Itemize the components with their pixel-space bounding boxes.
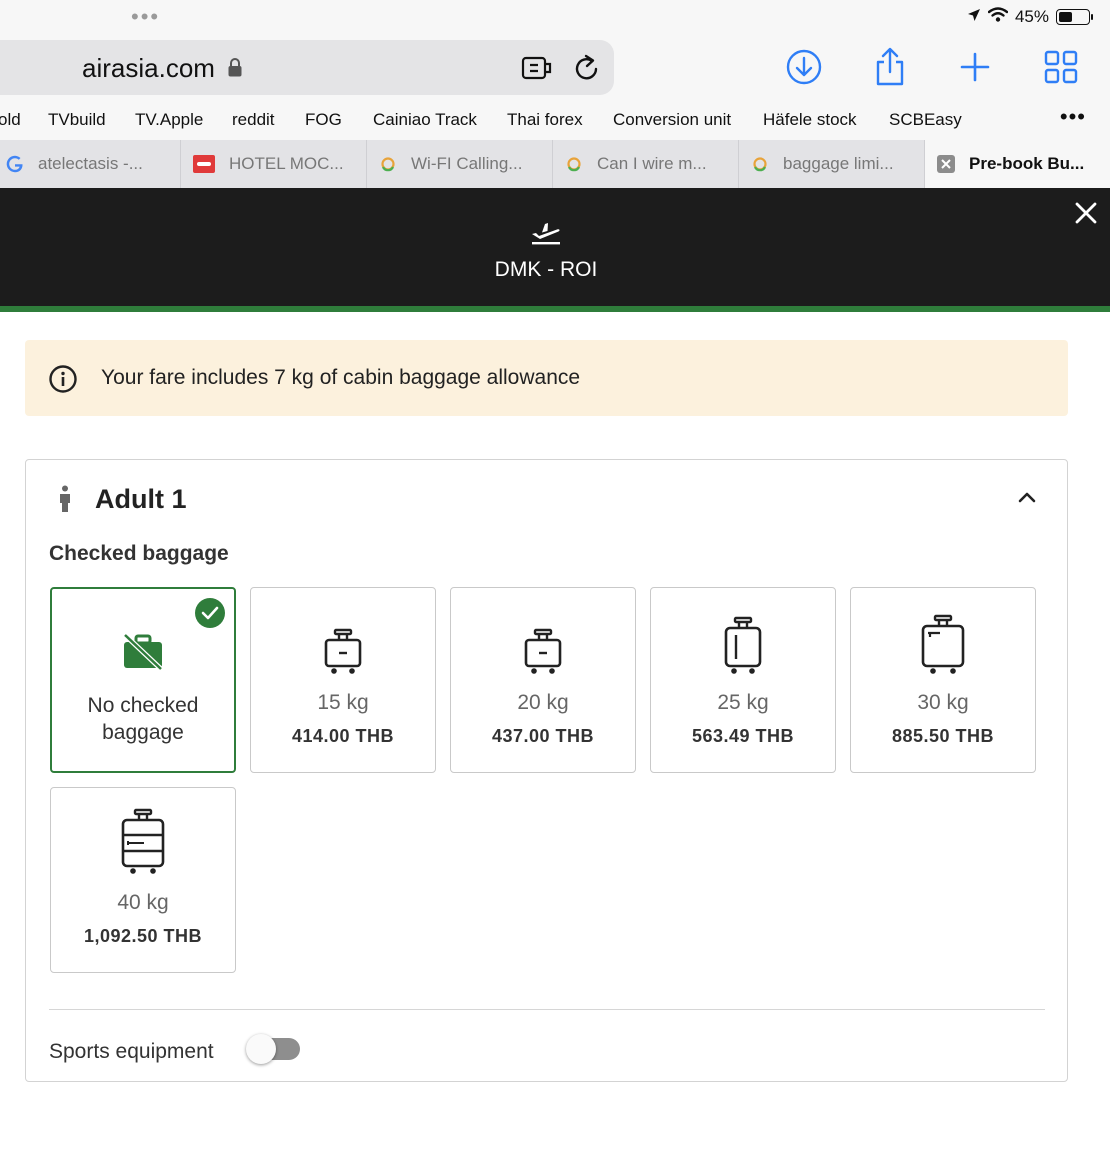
baggage-weight: 40 kg xyxy=(117,891,169,914)
baggage-weight: 30 kg xyxy=(917,691,969,714)
new-tab-icon[interactable] xyxy=(954,46,996,88)
header-accent-bar xyxy=(0,306,1110,312)
bookmark-item[interactable]: old xyxy=(0,110,21,130)
cabin-baggage-info-banner: Your fare includes 7 kg of cabin baggage… xyxy=(25,340,1068,416)
baggage-option-15kg[interactable]: 15 kg 414.00 THB xyxy=(250,587,436,773)
hotel-icon xyxy=(193,155,215,173)
bookmark-item[interactable]: TVbuild xyxy=(48,110,106,130)
browser-tab-active[interactable]: Pre-book Bu... xyxy=(925,140,1110,188)
suitcase-large-icon xyxy=(851,614,1035,676)
browser-tab[interactable]: baggage limi... xyxy=(739,140,925,188)
bookmark-item[interactable]: Häfele stock xyxy=(763,110,857,130)
suitcase-xlarge-icon xyxy=(51,808,235,876)
site-icon xyxy=(565,155,583,173)
tab-label: Can I wire m... xyxy=(597,154,707,173)
baggage-option-20kg[interactable]: 20 kg 437.00 THB xyxy=(450,587,636,773)
bookmark-item[interactable]: SCBEasy xyxy=(889,110,962,130)
url-text[interactable]: airasia.com xyxy=(82,53,215,84)
address-bar[interactable]: airasia.com xyxy=(0,40,614,95)
reader-extension-icon[interactable] xyxy=(521,54,555,87)
battery-percent: 45% xyxy=(1014,7,1049,26)
bookmark-item[interactable]: Cainiao Track xyxy=(373,110,477,130)
tab-label: baggage limi... xyxy=(783,154,894,173)
baggage-option-none[interactable]: No checked baggage xyxy=(50,587,236,773)
location-icon xyxy=(967,7,981,27)
bookmark-item[interactable]: Conversion unit xyxy=(613,110,731,130)
browser-tab[interactable]: Can I wire m... xyxy=(553,140,739,188)
section-title: Checked baggage xyxy=(49,542,229,565)
battery-fill xyxy=(1059,12,1072,22)
baggage-weight: 20 kg xyxy=(517,691,569,714)
passenger-baggage-card: Adult 1 Checked baggage No checked bagga… xyxy=(25,459,1068,1082)
tab-bar: atelectasis -... HOTEL MOC... Wi-FI Call… xyxy=(0,140,1110,188)
close-tab-icon[interactable] xyxy=(937,155,955,173)
info-icon xyxy=(48,364,78,399)
downloads-icon[interactable] xyxy=(783,46,825,88)
no-baggage-label: No checked baggage xyxy=(87,694,199,745)
flight-header: DMK - ROI xyxy=(0,188,1110,306)
baggage-option-25kg[interactable]: 25 kg 563.49 THB xyxy=(650,587,836,773)
suitcase-small-icon xyxy=(251,628,435,676)
baggage-weight: 15 kg xyxy=(317,691,369,714)
chevron-up-icon[interactable] xyxy=(1017,490,1037,509)
sports-equipment-label: Sports equipment xyxy=(49,1040,214,1063)
more-bookmarks-icon[interactable]: ••• xyxy=(1060,104,1086,130)
share-icon[interactable] xyxy=(869,46,911,88)
no-baggage-icon xyxy=(52,633,234,671)
baggage-price: 1,092.50 THB xyxy=(83,926,203,946)
wifi-icon xyxy=(987,7,1009,27)
bookmark-item[interactable]: Thai forex xyxy=(507,110,583,130)
baggage-option-30kg[interactable]: 30 kg 885.50 THB xyxy=(850,587,1036,773)
site-icon xyxy=(379,155,397,173)
status-indicators: 45% xyxy=(967,7,1093,27)
close-icon[interactable] xyxy=(1073,200,1099,226)
toggle-knob[interactable] xyxy=(246,1034,276,1064)
baggage-price: 414.00 THB xyxy=(291,726,395,746)
multitasking-dots[interactable]: ••• xyxy=(131,4,160,30)
battery-icon xyxy=(1056,9,1093,25)
lock-icon xyxy=(228,58,242,82)
passenger-title: Adult 1 xyxy=(95,484,187,514)
tab-label: atelectasis -... xyxy=(38,154,143,173)
baggage-option-40kg[interactable]: 40 kg 1,092.50 THB xyxy=(50,787,236,973)
sports-equipment-toggle[interactable] xyxy=(246,1034,300,1064)
baggage-price: 885.50 THB xyxy=(891,726,995,746)
person-icon xyxy=(57,485,73,518)
selected-check-icon xyxy=(195,598,225,628)
tab-label: Wi-FI Calling... xyxy=(411,154,523,173)
tab-label: Pre-book Bu... xyxy=(969,154,1085,173)
tab-overview-icon[interactable] xyxy=(1040,46,1082,88)
browser-tab[interactable]: Wi-FI Calling... xyxy=(367,140,553,188)
divider xyxy=(49,1009,1045,1010)
site-icon xyxy=(751,155,769,173)
plane-takeoff-icon xyxy=(530,220,562,251)
browser-toolbar: airasia.com xyxy=(0,36,1110,100)
browser-tab[interactable]: atelectasis -... xyxy=(0,140,181,188)
baggage-weight: 25 kg xyxy=(717,691,769,714)
reload-icon[interactable] xyxy=(573,53,601,88)
flight-route: DMK - ROI xyxy=(494,258,598,281)
google-icon xyxy=(6,155,24,173)
suitcase-medium-icon xyxy=(651,616,835,676)
tab-label: HOTEL MOC... xyxy=(229,154,344,173)
status-bar: ••• 45% xyxy=(0,0,1110,36)
bookmark-item[interactable]: TV.Apple xyxy=(135,110,203,130)
info-text: Your fare includes 7 kg of cabin baggage… xyxy=(101,366,581,389)
bookmark-item[interactable]: reddit xyxy=(232,110,275,130)
baggage-price: 437.00 THB xyxy=(491,726,595,746)
suitcase-small-icon xyxy=(451,628,635,676)
bookmarks-bar: old TVbuild TV.Apple reddit FOG Cainiao … xyxy=(0,100,1110,140)
browser-tab[interactable]: HOTEL MOC... xyxy=(181,140,367,188)
bookmark-item[interactable]: FOG xyxy=(305,110,342,130)
baggage-price: 563.49 THB xyxy=(691,726,795,746)
